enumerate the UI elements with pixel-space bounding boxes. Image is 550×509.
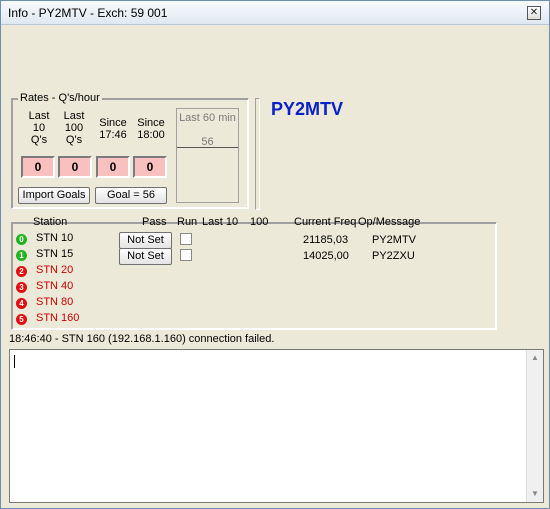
op-message: PY2ZXU <box>372 250 415 262</box>
current-freq: 21185,03 <box>303 234 349 246</box>
vertical-separator <box>255 98 260 210</box>
close-button[interactable]: ✕ <box>527 6 541 20</box>
station-name[interactable]: STN 160 <box>36 312 79 324</box>
rate-last10-value: 0 <box>21 156 55 178</box>
station-name[interactable]: STN 20 <box>36 264 73 276</box>
scroll-down-icon[interactable]: ▼ <box>527 486 543 502</box>
client-area: Rates - Q's/hour Last 10 Q's Last 100 Q'… <box>7 25 545 504</box>
text-caret <box>14 355 15 368</box>
rate-since1800-value: 0 <box>133 156 167 178</box>
rate-col1-header: Last 10 Q's <box>22 110 56 146</box>
last60-label: Last 60 min <box>179 112 236 124</box>
scroll-up-icon[interactable]: ▲ <box>527 350 543 366</box>
rate-since1746-value: 0 <box>96 156 130 178</box>
stations-group <box>11 222 497 330</box>
pass-header: Pass <box>142 216 167 228</box>
rate-col4-line2: 18:00 <box>137 129 165 141</box>
run-checkbox[interactable] <box>180 233 192 245</box>
window-title: Info - PY2MTV - Exch: 59 001 <box>8 6 168 20</box>
rate-col2-line2: 100 <box>64 122 84 134</box>
station-status-icon: 2 <box>16 266 27 277</box>
rate-col2-line1: Last <box>63 110 85 122</box>
station-status-icon: 5 <box>16 314 27 325</box>
rate-col1-line1: Last <box>28 110 50 122</box>
hundred-header: 100 <box>250 216 269 228</box>
station-name[interactable]: STN 80 <box>36 296 73 308</box>
info-window: Info - PY2MTV - Exch: 59 001 ✕ Rates - Q… <box>0 0 550 509</box>
station-status-icon: 1 <box>16 250 27 261</box>
station-name[interactable]: STN 40 <box>36 280 73 292</box>
current-freq-header: Current Freq <box>294 216 357 228</box>
goal-button[interactable]: Goal = 56 <box>95 187 167 204</box>
station-status-icon: 3 <box>16 282 27 293</box>
rate-last100-value: 0 <box>58 156 92 178</box>
last60-panel: Last 60 min 56 <box>176 108 239 203</box>
message-log-textarea[interactable]: ▲ ▼ <box>9 349 544 503</box>
op-message-header: Op/Message <box>358 216 421 228</box>
rate-col4-header: Since 18:00 <box>133 117 169 141</box>
import-goals-button[interactable]: Import Goals <box>18 187 90 204</box>
callsign-display: PY2MTV <box>271 99 344 119</box>
current-freq: 14025,00 <box>303 250 349 262</box>
rate-col2-header: Last 100 Q's <box>57 110 91 146</box>
rates-group-title: Rates - Q's/hour <box>18 92 102 104</box>
rate-col1-line2: 10 <box>32 122 46 134</box>
pass-not-set-button[interactable]: Not Set <box>119 248 172 265</box>
vertical-scrollbar[interactable]: ▲ ▼ <box>526 350 543 502</box>
station-header: Station <box>33 216 68 228</box>
station-name[interactable]: STN 10 <box>36 232 73 244</box>
station-status-icon: 0 <box>16 234 27 245</box>
rate-col3-header: Since 17:46 <box>95 117 131 141</box>
title-bar[interactable]: Info - PY2MTV - Exch: 59 001 ✕ <box>1 1 549 25</box>
station-status-icon: 4 <box>16 298 27 309</box>
last60-divider <box>177 147 238 148</box>
rate-col2-line3: Q's <box>65 134 83 146</box>
rate-col1-line3: Q's <box>30 134 48 146</box>
run-header: Run <box>177 216 198 228</box>
rate-col4-line1: Since <box>137 117 165 129</box>
last10-header: Last 10 <box>202 216 239 228</box>
pass-not-set-button[interactable]: Not Set <box>119 232 172 249</box>
status-message: 18:46:40 - STN 160 (192.168.1.160) conne… <box>9 333 275 345</box>
rate-col3-line2: 17:46 <box>99 129 127 141</box>
rate-col3-line1: Since <box>99 117 127 129</box>
station-name[interactable]: STN 15 <box>36 248 73 260</box>
op-message: PY2MTV <box>372 234 417 246</box>
run-checkbox[interactable] <box>180 249 192 261</box>
